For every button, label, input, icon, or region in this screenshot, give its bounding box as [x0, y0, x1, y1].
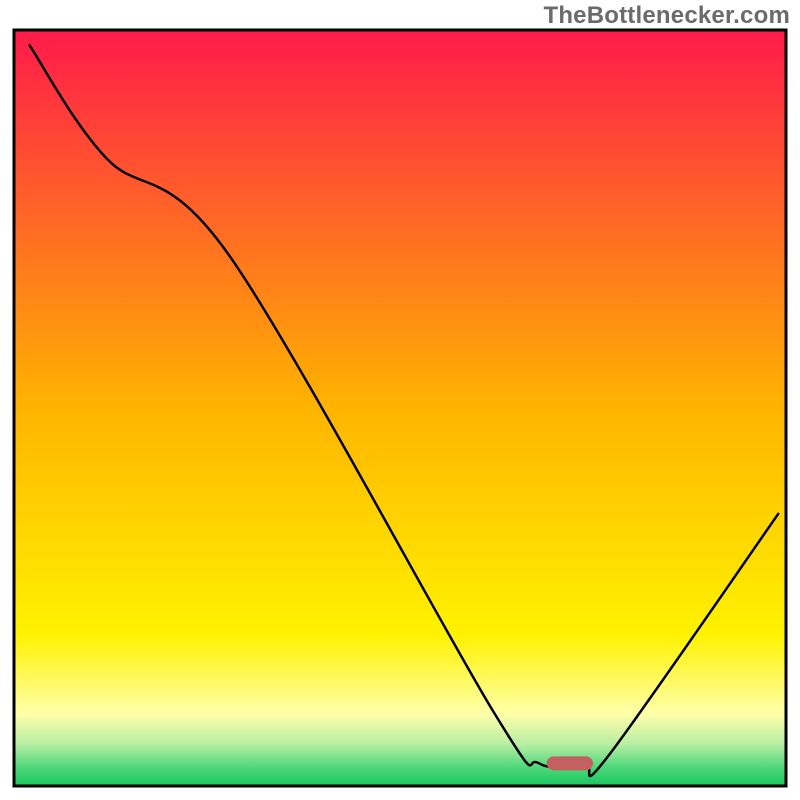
plot-area	[14, 30, 786, 786]
bottleneck-marker	[547, 756, 593, 770]
bottleneck-chart	[0, 0, 800, 800]
chart-container: TheBottlenecker.com	[0, 0, 800, 800]
watermark-text: TheBottlenecker.com	[543, 2, 790, 30]
